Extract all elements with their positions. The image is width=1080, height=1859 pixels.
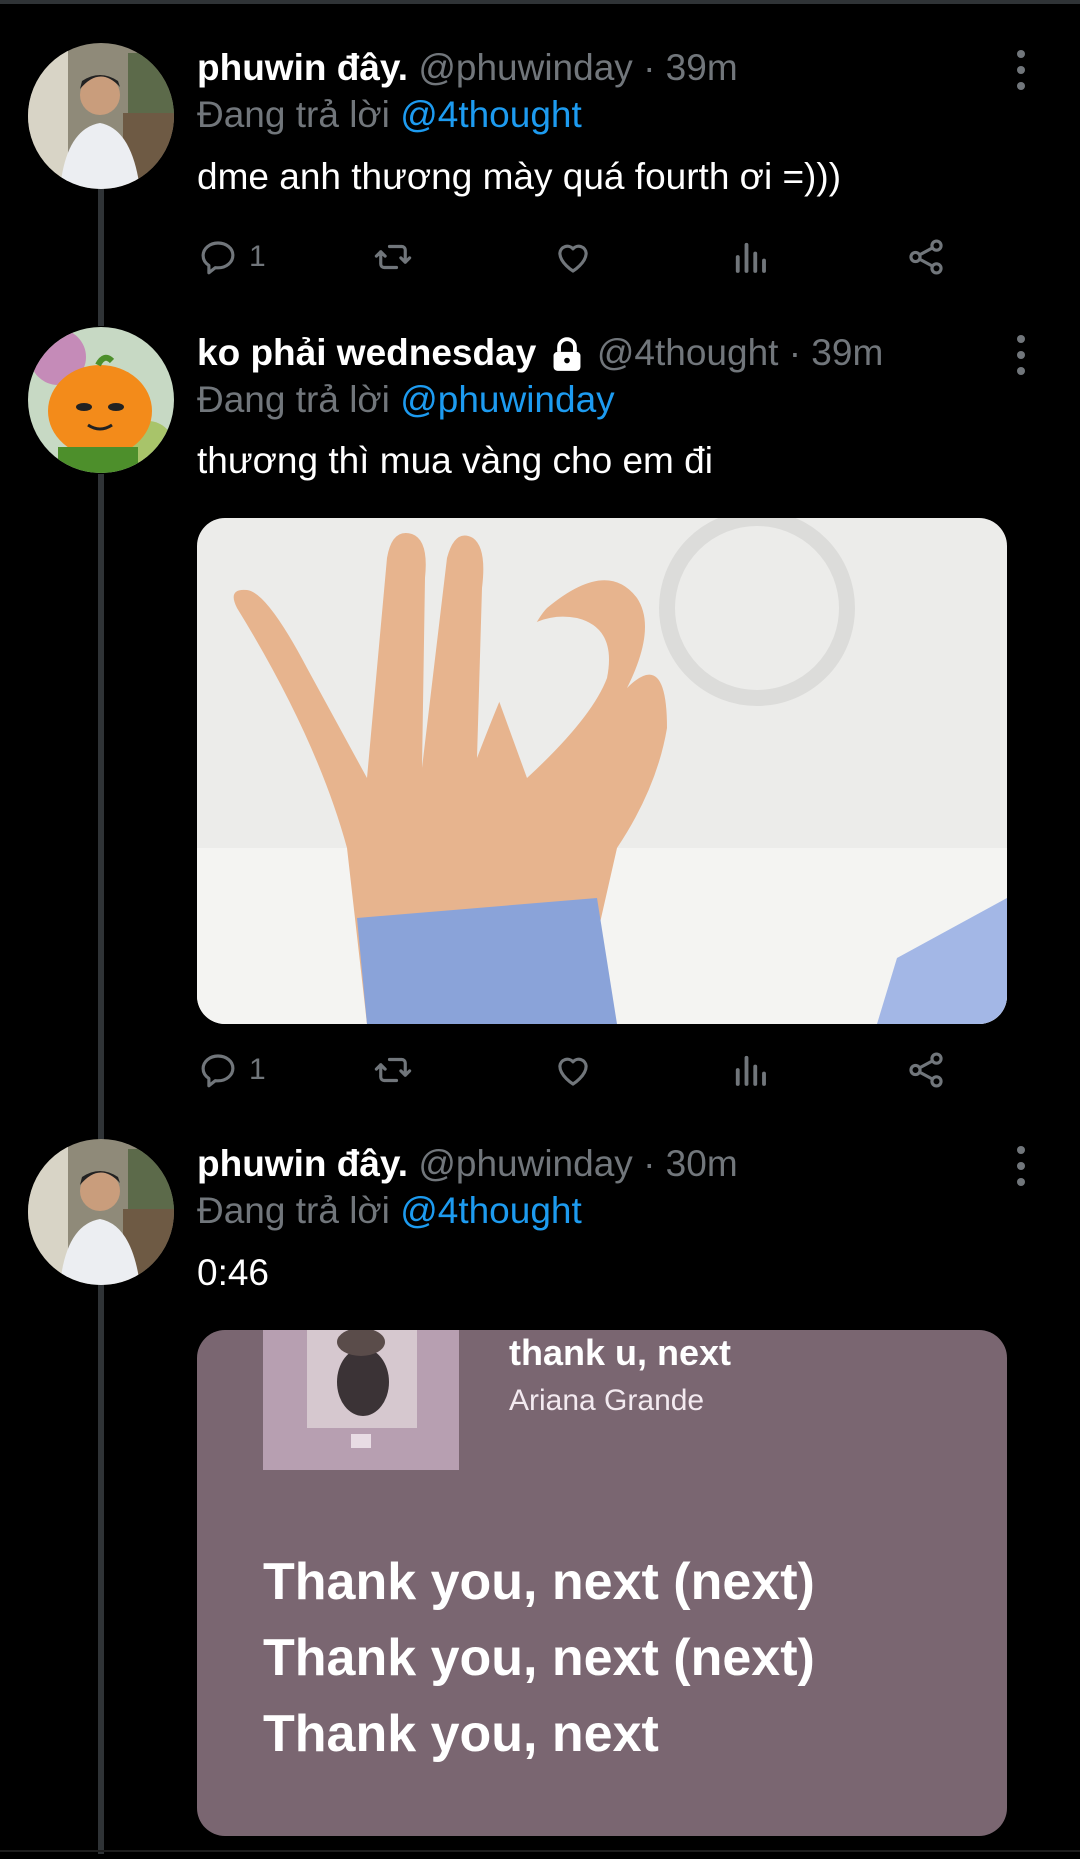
- reply-button[interactable]: 1: [197, 1046, 266, 1094]
- heart-icon: [558, 1057, 588, 1086]
- handle-and-time[interactable]: @phuwinday · 39m: [418, 47, 737, 88]
- more-options-icon[interactable]: [1008, 50, 1034, 90]
- retweet-icon: [374, 244, 412, 270]
- more-options-icon[interactable]: [1008, 335, 1034, 375]
- share-button[interactable]: [905, 233, 947, 281]
- analytics-button[interactable]: [729, 1046, 771, 1094]
- lyric-line: Thank you, next (next): [263, 1629, 815, 1687]
- album-art: [263, 1330, 459, 1470]
- share-button[interactable]: [905, 1046, 947, 1094]
- lyric-line: Thank you, next (next): [263, 1553, 815, 1611]
- replying-prefix: Đang trả lời: [197, 94, 390, 135]
- display-name[interactable]: phuwin đây.: [197, 47, 408, 88]
- replying-to: Đang trả lời @4thought: [197, 94, 582, 136]
- display-name[interactable]: ko phải wednesday: [197, 332, 536, 373]
- tweet-actions: 1: [197, 1046, 957, 1094]
- display-name[interactable]: phuwin đây.: [197, 1143, 408, 1184]
- replying-prefix: Đang trả lời: [197, 1190, 390, 1231]
- mention-link[interactable]: @4thought: [400, 94, 582, 135]
- thread-line: [98, 474, 104, 1140]
- like-button[interactable]: [552, 1046, 594, 1094]
- music-lyrics-card[interactable]: thank u, next Ariana Grande Thank you, n…: [197, 1330, 1007, 1836]
- tweet-photo[interactable]: [197, 518, 1007, 1024]
- lock-icon: [553, 337, 581, 372]
- avatar[interactable]: [28, 1139, 174, 1285]
- tweet-header: phuwin đây. @phuwinday · 30m: [197, 1143, 738, 1185]
- handle-and-time[interactable]: @phuwinday · 30m: [418, 1143, 737, 1184]
- lyric-line: Thank you, next: [263, 1705, 659, 1763]
- replying-to: Đang trả lời @phuwinday: [197, 379, 615, 421]
- retweet-button[interactable]: [372, 1046, 414, 1094]
- reply-icon: [201, 1054, 235, 1088]
- tweet-actions: 1: [197, 233, 957, 281]
- tweet-header: ko phải wednesday @4thought · 39m: [197, 332, 883, 374]
- reply-icon: [201, 241, 235, 275]
- reply-count: 1: [249, 1053, 266, 1086]
- retweet-icon: [374, 1057, 412, 1083]
- top-divider: [0, 0, 1080, 4]
- share-icon: [909, 1052, 943, 1088]
- tweet-text: 0:46: [197, 1252, 270, 1293]
- avatar[interactable]: [28, 43, 174, 189]
- analytics-icon: [735, 1055, 766, 1086]
- replying-to: Đang trả lời @4thought: [197, 1190, 582, 1232]
- thread-line: [98, 1284, 104, 1854]
- song-title: thank u, next: [509, 1332, 732, 1373]
- like-button[interactable]: [552, 233, 594, 281]
- handle-and-time[interactable]: @4thought · 39m: [597, 332, 883, 373]
- tweet-header: phuwin đây. @phuwinday · 39m: [197, 47, 738, 89]
- reply-count: 1: [249, 240, 266, 273]
- bottom-divider: [0, 1850, 1080, 1852]
- heart-icon: [558, 244, 588, 273]
- reply-button[interactable]: 1: [197, 233, 266, 281]
- song-artist: Ariana Grande: [509, 1384, 705, 1417]
- avatar[interactable]: [28, 327, 174, 473]
- more-options-icon[interactable]: [1008, 1146, 1034, 1186]
- analytics-button[interactable]: [729, 233, 771, 281]
- replying-prefix: Đang trả lời: [197, 379, 390, 420]
- thread-line: [98, 188, 104, 326]
- tweet-text: dme anh thương mày quá fourth ơi =))): [197, 156, 842, 197]
- retweet-button[interactable]: [372, 233, 414, 281]
- share-icon: [909, 239, 943, 275]
- mention-link[interactable]: @phuwinday: [400, 379, 614, 420]
- mention-link[interactable]: @4thought: [400, 1190, 582, 1231]
- tweet-text: thương thì mua vàng cho em đi: [197, 440, 713, 481]
- analytics-icon: [735, 242, 766, 273]
